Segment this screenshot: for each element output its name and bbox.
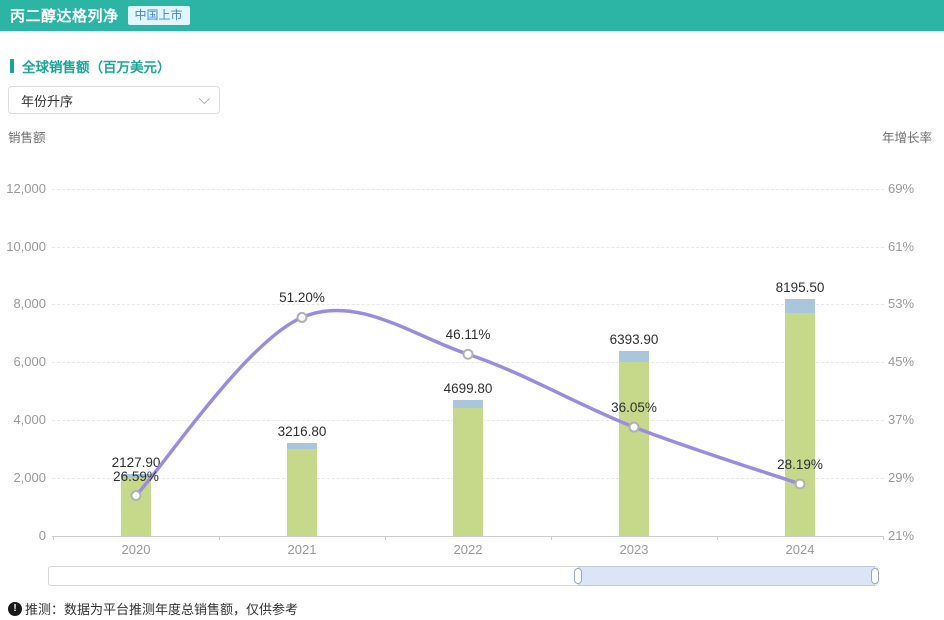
x-category-label: 2021 (288, 542, 317, 557)
right-axis-tick: 21% (888, 528, 914, 543)
left-axis-tick: 2,000 (0, 470, 46, 485)
x-category-label: 2024 (786, 542, 815, 557)
section-header: 全球销售额（百万美元） (10, 56, 171, 76)
x-axis-tick (883, 536, 884, 540)
x-category-label: 2023 (620, 542, 649, 557)
left-axis-tick: 0 (0, 528, 46, 543)
data-zoom-left-handle[interactable] (574, 568, 582, 584)
growth-point-2021[interactable] (298, 313, 307, 322)
sales-bar-2021[interactable] (287, 443, 317, 536)
right-axis-tick: 45% (888, 354, 914, 369)
bar-body (121, 478, 151, 536)
sort-order-dropdown[interactable]: 年份升序 (8, 86, 220, 114)
bar-body (453, 408, 483, 536)
left-axis-tick: 6,000 (0, 354, 46, 369)
page-title: 丙二醇达格列净 (10, 5, 119, 26)
disclaimer-note: ! 推测：数据为平台推测年度总销售额，仅供参考 (8, 599, 298, 618)
left-axis-title: 销售额 (8, 127, 46, 146)
growth-rate-label: 28.19% (777, 457, 823, 472)
bar-value-label: 6393.90 (610, 332, 659, 347)
data-zoom-slider[interactable] (48, 566, 878, 586)
x-axis-tick (551, 536, 552, 540)
info-icon: ! (8, 602, 22, 616)
accent-bar (10, 59, 14, 73)
sales-bar-2024[interactable] (785, 299, 815, 536)
right-axis-tick: 37% (888, 412, 914, 427)
header-bar: 丙二醇达格列净 中国上市 (0, 0, 944, 31)
growth-point-2022[interactable] (464, 350, 473, 359)
x-axis-line (52, 536, 884, 537)
bar-body (785, 313, 815, 536)
bar-top-segment (785, 299, 815, 313)
gridline (52, 362, 884, 363)
growth-rate-label: 51.20% (279, 290, 325, 305)
right-axis-tick: 53% (888, 296, 914, 311)
gridline (52, 304, 884, 305)
chevron-down-icon (199, 93, 210, 104)
x-category-label: 2020 (122, 542, 151, 557)
x-axis-tick (219, 536, 220, 540)
data-zoom-right-handle[interactable] (871, 568, 879, 584)
right-axis-title: 年增长率 (882, 127, 932, 146)
sales-chart-page: 丙二醇达格列净 中国上市 全球销售额（百万美元） 年份升序 销售额 年增长率 1… (0, 0, 944, 620)
left-axis-tick: 8,000 (0, 296, 46, 311)
bar-top-segment (453, 400, 483, 408)
bar-top-segment (619, 351, 649, 362)
bar-body (287, 449, 317, 536)
gridline (52, 189, 884, 190)
growth-rate-label: 36.05% (611, 400, 657, 415)
x-axis-tick (53, 536, 54, 540)
x-axis-tick (717, 536, 718, 540)
data-zoom-selected-range[interactable] (578, 566, 875, 586)
bar-body (619, 362, 649, 536)
sales-bar-2023[interactable] (619, 351, 649, 536)
right-axis-tick: 29% (888, 470, 914, 485)
right-axis-tick: 61% (888, 239, 914, 254)
right-axis-tick: 69% (888, 181, 914, 196)
x-axis-tick (385, 536, 386, 540)
sort-order-value: 年份升序 (21, 91, 73, 110)
bar-value-label: 8195.50 (776, 280, 825, 295)
section-title: 全球销售额（百万美元） (22, 56, 171, 76)
listed-status-badge: 中国上市 (128, 6, 190, 25)
sales-bar-2022[interactable] (453, 400, 483, 536)
x-category-label: 2022 (454, 542, 483, 557)
growth-rate-label: 46.11% (446, 327, 491, 342)
disclaimer-text: 推测：数据为平台推测年度总销售额，仅供参考 (25, 599, 298, 618)
left-axis-tick: 12,000 (0, 181, 46, 196)
bar-value-label: 3216.80 (278, 424, 327, 439)
growth-rate-label: 26.59% (113, 469, 159, 484)
left-axis-tick: 4,000 (0, 412, 46, 427)
bar-value-label: 4699.80 (444, 381, 493, 396)
sales-bar-2020[interactable] (121, 474, 151, 536)
gridline (52, 247, 884, 248)
left-axis-tick: 10,000 (0, 239, 46, 254)
